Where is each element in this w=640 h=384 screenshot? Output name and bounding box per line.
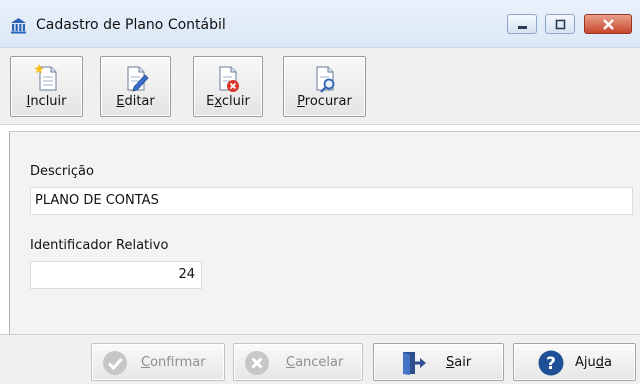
identificador-field[interactable]: 24	[30, 261, 202, 289]
excluir-button[interactable]: Excluir	[193, 56, 263, 117]
close-button[interactable]	[584, 14, 632, 34]
help-icon: ?	[538, 350, 564, 376]
check-circle-icon	[103, 351, 127, 375]
procurar-button[interactable]: Procurar	[283, 56, 366, 117]
window-title: Cadastro de Plano Contábil	[36, 17, 226, 33]
sair-button[interactable]: Sair	[373, 343, 504, 381]
editar-button[interactable]: Editar	[100, 56, 171, 117]
cancelar-label: Cancelar	[286, 355, 344, 370]
cancelar-button[interactable]: Cancelar	[233, 343, 363, 381]
confirmar-button[interactable]: Confirmar	[91, 343, 225, 381]
ajuda-button[interactable]: ? Ajuda	[513, 343, 636, 381]
edit-document-icon	[127, 66, 149, 92]
form-panel: Descrição PLANO DE CONTAS Identificador …	[9, 131, 640, 334]
delete-document-icon	[219, 66, 239, 92]
minimize-icon	[518, 26, 527, 29]
building-icon	[11, 18, 26, 34]
action-bar: Confirmar Cancelar Sair ? Ajuda	[0, 334, 640, 384]
incluir-label: Incluir	[26, 94, 67, 109]
cancel-circle-icon	[245, 351, 269, 375]
sair-label: Sair	[446, 355, 472, 370]
ajuda-label: Ajuda	[575, 355, 612, 370]
maximize-button[interactable]	[545, 14, 575, 34]
excluir-label: Excluir	[206, 94, 250, 109]
search-document-icon	[316, 66, 334, 93]
title-bar: Cadastro de Plano Contábil	[0, 0, 640, 48]
minimize-button[interactable]	[507, 14, 537, 34]
editar-label: Editar	[116, 94, 155, 109]
svg-text:?: ?	[546, 354, 556, 374]
toolbar: Incluir Editar Excluir Procurar	[0, 48, 640, 125]
descricao-field[interactable]: PLANO DE CONTAS	[30, 187, 633, 215]
confirmar-label: Confirmar	[141, 355, 206, 370]
identificador-label: Identificador Relativo	[30, 238, 169, 253]
maximize-icon	[555, 19, 566, 30]
incluir-button[interactable]: Incluir	[10, 56, 83, 117]
exit-door-icon	[403, 352, 426, 375]
descricao-label: Descrição	[30, 164, 94, 179]
close-icon	[603, 19, 614, 30]
procurar-label: Procurar	[297, 94, 352, 109]
new-document-icon	[33, 64, 56, 91]
